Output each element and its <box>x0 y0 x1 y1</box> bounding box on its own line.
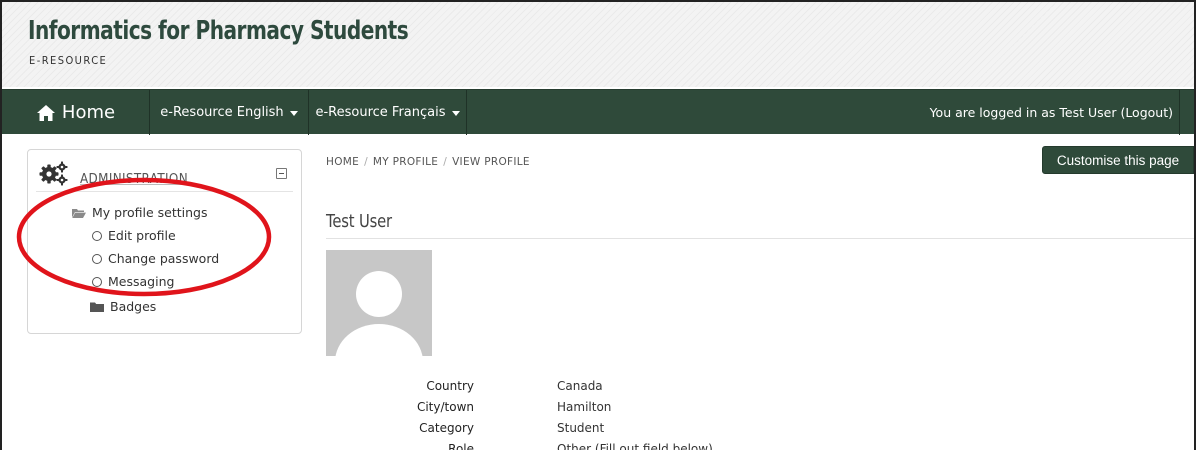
breadcrumb-separator: / <box>364 156 368 168</box>
breadcrumb-separator: / <box>443 156 448 168</box>
folder-icon <box>90 302 104 312</box>
nav-home-label: Home <box>61 102 116 123</box>
breadcrumb-home[interactable]: HOME <box>326 156 359 168</box>
field-value-category: Student <box>557 421 605 435</box>
home-icon <box>36 104 55 121</box>
gears-icon <box>39 161 68 186</box>
customise-page-button[interactable]: Customise this page <box>1042 146 1194 174</box>
field-value-city: Hamilton <box>557 400 612 414</box>
breadcrumb: HOME / MY PROFILE / VIEW PROFILE <box>326 156 530 168</box>
tree-change-password[interactable]: Change password <box>92 251 219 266</box>
bullet-circle-icon <box>92 276 102 287</box>
tree-edit-profile[interactable]: Edit profile <box>92 228 176 243</box>
administration-block: ADMINISTRATION My profile settings Edit … <box>27 149 302 334</box>
nav-english-label: e-Resource English <box>160 105 284 120</box>
tree-label: My profile settings <box>92 205 208 220</box>
tree-label: Change password <box>108 251 220 266</box>
main-navbar: Home e-Resource English e-Resource Franç… <box>2 89 1194 135</box>
field-value-role: Other (Fill out field below) <box>557 442 713 450</box>
site-header: Informatics for Pharmacy Students E-RESO… <box>2 2 1194 87</box>
page-frame: Informatics for Pharmacy Students E-RESO… <box>0 0 1196 450</box>
tree-label: Badges <box>110 299 157 314</box>
field-value-country: Canada <box>557 379 603 393</box>
nav-dropdown-francais[interactable]: e-Resource Français <box>309 90 467 135</box>
field-label-country: Country <box>426 379 474 393</box>
folder-open-icon <box>72 208 86 218</box>
admin-block-title[interactable]: ADMINISTRATION <box>80 172 188 187</box>
breadcrumb-my-profile[interactable]: MY PROFILE <box>373 156 438 168</box>
tree-badges[interactable]: Badges <box>90 299 156 314</box>
bullet-circle-icon <box>92 230 102 241</box>
heading-divider <box>326 238 1194 239</box>
site-title[interactable]: Informatics for Pharmacy Students <box>28 16 409 46</box>
tree-label: Messaging <box>108 274 175 289</box>
breadcrumb-view-profile: VIEW PROFILE <box>452 156 530 168</box>
tree-label: Edit profile <box>108 228 176 243</box>
admin-block-header: ADMINISTRATION <box>36 158 293 192</box>
collapse-icon[interactable] <box>276 168 287 179</box>
tree-my-profile-settings[interactable]: My profile settings <box>72 205 207 220</box>
field-label-city: City/town <box>416 400 474 414</box>
login-info[interactable]: You are logged in as Test User (Logout) <box>930 90 1180 135</box>
default-user-silhouette-icon <box>335 271 423 356</box>
tree-messaging[interactable]: Messaging <box>92 274 174 289</box>
avatar <box>326 250 432 356</box>
nav-dropdown-english[interactable]: e-Resource English <box>150 90 309 135</box>
caret-down-icon <box>451 111 460 116</box>
site-subtitle: E-RESOURCE <box>29 54 108 67</box>
caret-down-icon <box>289 111 298 116</box>
profile-user-name: Test User <box>326 211 392 232</box>
field-label-category: Category <box>419 421 474 435</box>
bullet-circle-icon <box>92 253 102 264</box>
nav-francais-label: e-Resource Français <box>315 105 446 120</box>
field-label-role: Role <box>448 442 474 450</box>
nav-home-link[interactable]: Home <box>2 90 150 135</box>
